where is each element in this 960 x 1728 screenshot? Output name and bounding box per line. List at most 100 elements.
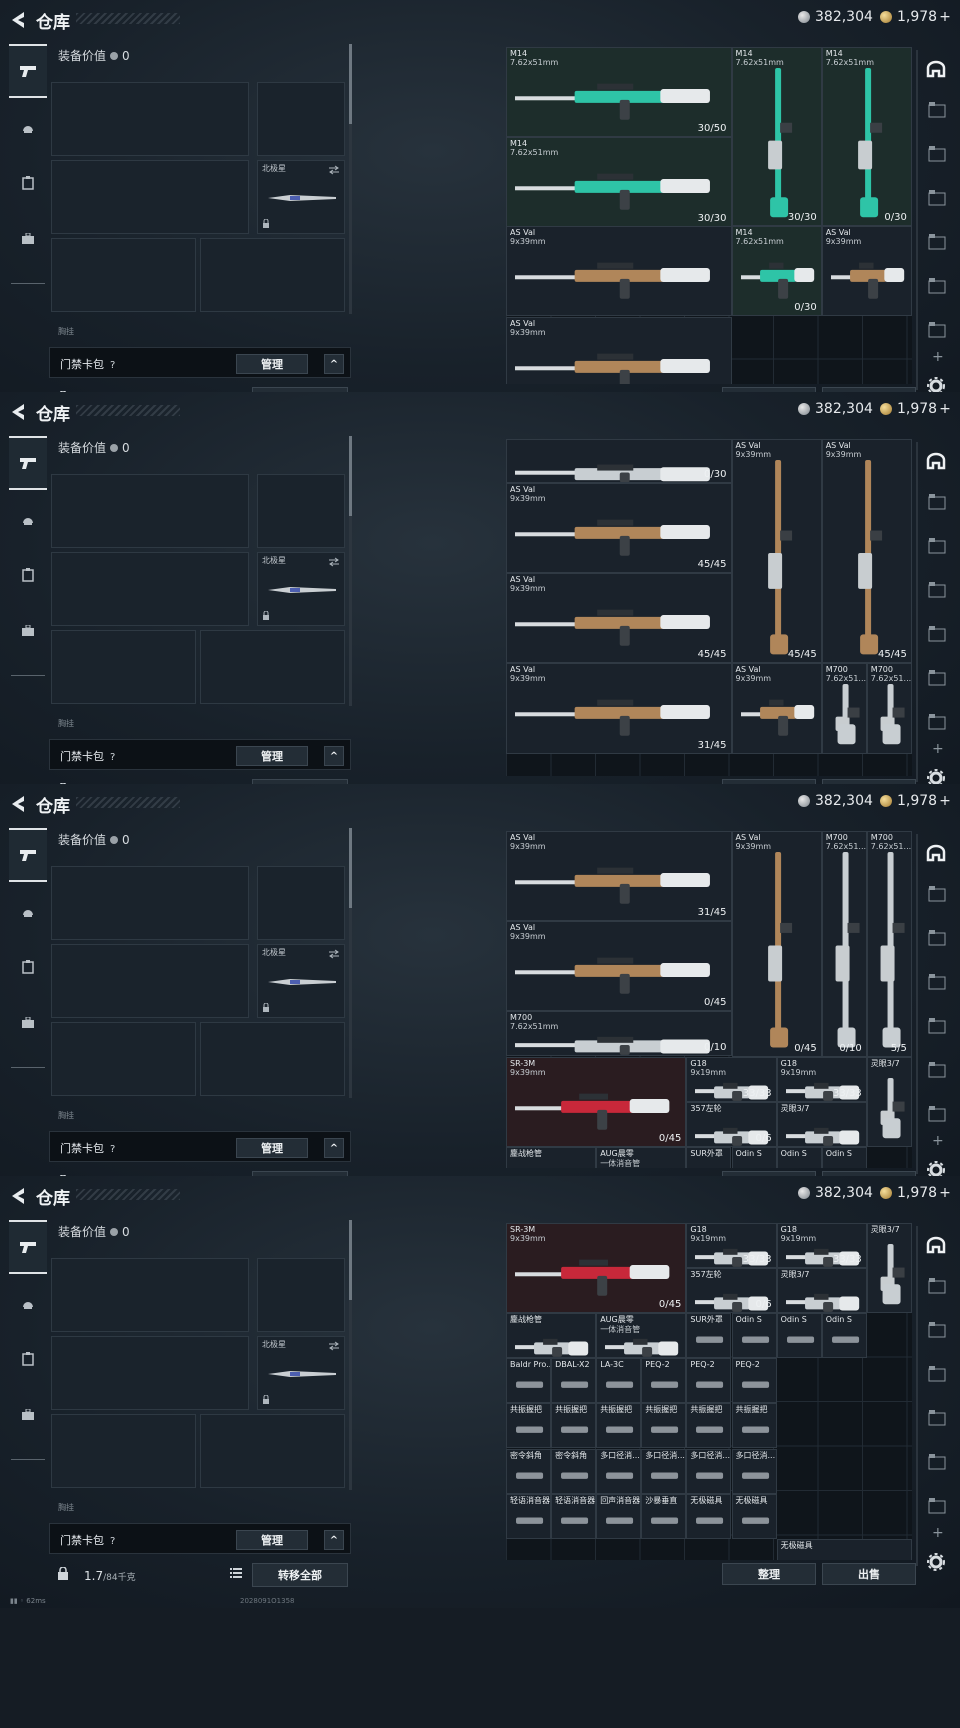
settings-gear-icon[interactable] [927,1553,945,1575]
stash-page-icon[interactable] [918,190,956,210]
tab-weapons[interactable] [9,1220,47,1274]
stash-page-icon[interactable] [918,1498,956,1518]
stash-item[interactable]: M14 7.62x51mm 0/30 [821,47,912,227]
stash-item[interactable]: G18 9x19mm 33/33 [686,1223,777,1269]
stash-item[interactable]: M700 7.62x51... 0/10 [821,831,867,1057]
tab-vest[interactable] [9,156,47,210]
stash-item[interactable]: 无极磁具 [686,1493,732,1539]
stash-item[interactable]: G18 9x19mm 33/33 [686,1056,777,1102]
pistol-slot[interactable] [257,1258,345,1332]
gold-currency[interactable]: 1,978 + [880,9,951,25]
stash-item[interactable]: SR-3M 9x39mm 0/45 [506,1056,687,1147]
stash-item[interactable]: 共振握把 [686,1403,732,1449]
stash-home-icon[interactable] [926,844,946,866]
manage-button[interactable]: 管理 [236,354,308,374]
secondary-weapon-slot[interactable] [51,1336,249,1410]
stash-item[interactable]: G18 9x19mm 33/33 [776,1056,867,1102]
swap-icon[interactable] [328,949,340,959]
stash-item[interactable]: 无极磁具 [776,1538,912,1560]
stash-item[interactable]: 无极磁具 [731,1493,777,1539]
collapse-button[interactable]: ^ [324,1530,344,1550]
stash-page-icon[interactable] [918,538,956,558]
stash-item[interactable]: M14 7.62x51mm 30/30 [506,137,732,228]
stash-item[interactable]: LA-3C [596,1358,642,1404]
stash-item[interactable]: AUG晨零 一体消音管 [596,1313,687,1359]
loadout-scrollbar[interactable] [349,828,352,1098]
primary-weapon-slot[interactable] [51,474,249,548]
collapse-button[interactable]: ^ [324,1138,344,1158]
stash-page-icon[interactable] [918,930,956,950]
tab-backpack[interactable] [9,604,47,658]
stash-item[interactable]: 共振握把 [731,1403,777,1449]
gold-currency[interactable]: 1,978 + [880,793,951,809]
swap-icon[interactable] [328,165,340,175]
stash-page-icon[interactable] [918,322,956,342]
stash-item[interactable]: 多口径消... [686,1448,732,1494]
pistol-slot[interactable] [257,474,345,548]
melee-slot[interactable]: 北极星 [257,944,345,1018]
stash-page-icon[interactable] [918,1106,956,1126]
manage-button[interactable]: 管理 [236,746,308,766]
melee-slot[interactable]: 北极星 [257,1336,345,1410]
stash-item[interactable]: SUR外罩 [686,1146,732,1168]
primary-weapon-slot[interactable] [51,82,249,156]
stash-item[interactable]: Odin S [731,1146,777,1168]
tab-helmet[interactable] [9,884,47,938]
swap-icon[interactable] [328,557,340,567]
stash-item[interactable]: M14 7.62x51mm 0/30 [731,226,822,317]
stash-item[interactable]: M14 7.62x51mm 30/50 [506,47,732,138]
stash-item[interactable]: Odin S [821,1313,867,1359]
transfer-all-button[interactable]: 转移全部 [252,1563,348,1587]
stash-page-icon[interactable] [918,1278,956,1298]
stash-item[interactable]: 多口径消... [596,1448,642,1494]
stash-item[interactable]: AS Val 9x39mm 45/45 [506,483,732,574]
stash-item[interactable]: 鏖战枪管 [506,1146,597,1168]
stash-page-icon[interactable] [918,886,956,906]
loadout-scrollbar[interactable] [349,436,352,706]
stash-item[interactable]: 共振握把 [641,1403,687,1449]
melee-slot[interactable]: 北极星 [257,552,345,626]
loadout-scrollbar[interactable] [349,44,352,314]
pistol-slot[interactable] [257,82,345,156]
stash-item[interactable]: AS Val 9x39mm 45/45 [731,439,822,664]
armor-slot[interactable] [200,630,345,704]
stash-item[interactable]: 0/30 [506,439,732,483]
armor-slot[interactable] [200,1022,345,1096]
swap-icon[interactable] [328,1341,340,1351]
armor-slot[interactable] [200,1414,345,1488]
stash-page-icon[interactable] [918,582,956,602]
collapse-button[interactable]: ^ [324,354,344,374]
stash-home-icon[interactable] [926,60,946,82]
tab-backpack[interactable] [9,1388,47,1442]
stash-item[interactable]: 轻语消音器 [506,1493,552,1539]
stash-page-icon[interactable] [918,278,956,298]
stash-item[interactable]: 多口径消... [731,1448,777,1494]
tab-helmet[interactable] [9,100,47,154]
sort-button[interactable]: 整理 [722,1563,816,1585]
stash-item[interactable]: Odin S [821,1146,867,1168]
stash-item[interactable]: AS Val9x39mm [506,316,732,384]
stash-item[interactable]: 灵眼3/7 [866,1056,912,1147]
stash-item[interactable]: M700 7.62x51... [866,663,912,754]
armor-slot[interactable] [200,238,345,312]
stash-item[interactable]: AS Val9x39mm [821,226,912,317]
add-gold-button[interactable]: + [939,1185,951,1201]
stash-page-icon[interactable] [918,1322,956,1342]
loadout-scrollbar[interactable] [349,1220,352,1490]
stash-page-icon[interactable] [918,146,956,166]
stash-item[interactable]: M14 7.62x51mm 30/30 [731,47,822,227]
melee-slot[interactable]: 北极星 [257,160,345,234]
stash-item[interactable]: 沙暴垂直 [641,1493,687,1539]
tab-backpack[interactable] [9,212,47,266]
stash-page-icon[interactable] [918,714,956,734]
tab-weapons[interactable] [9,44,47,98]
stash-item[interactable]: AS Val 9x39mm 31/45 [506,831,732,922]
tab-vest[interactable] [9,940,47,994]
helmet-slot[interactable] [51,238,196,312]
secondary-weapon-slot[interactable] [51,160,249,234]
stash-item[interactable]: SUR外罩 [686,1313,732,1359]
back-arrow-icon[interactable] [10,10,26,30]
stash-item[interactable]: AS Val 9x39mm 45/45 [506,573,732,664]
stash-page-icon[interactable] [918,102,956,122]
stash-page-icon[interactable] [918,1454,956,1474]
